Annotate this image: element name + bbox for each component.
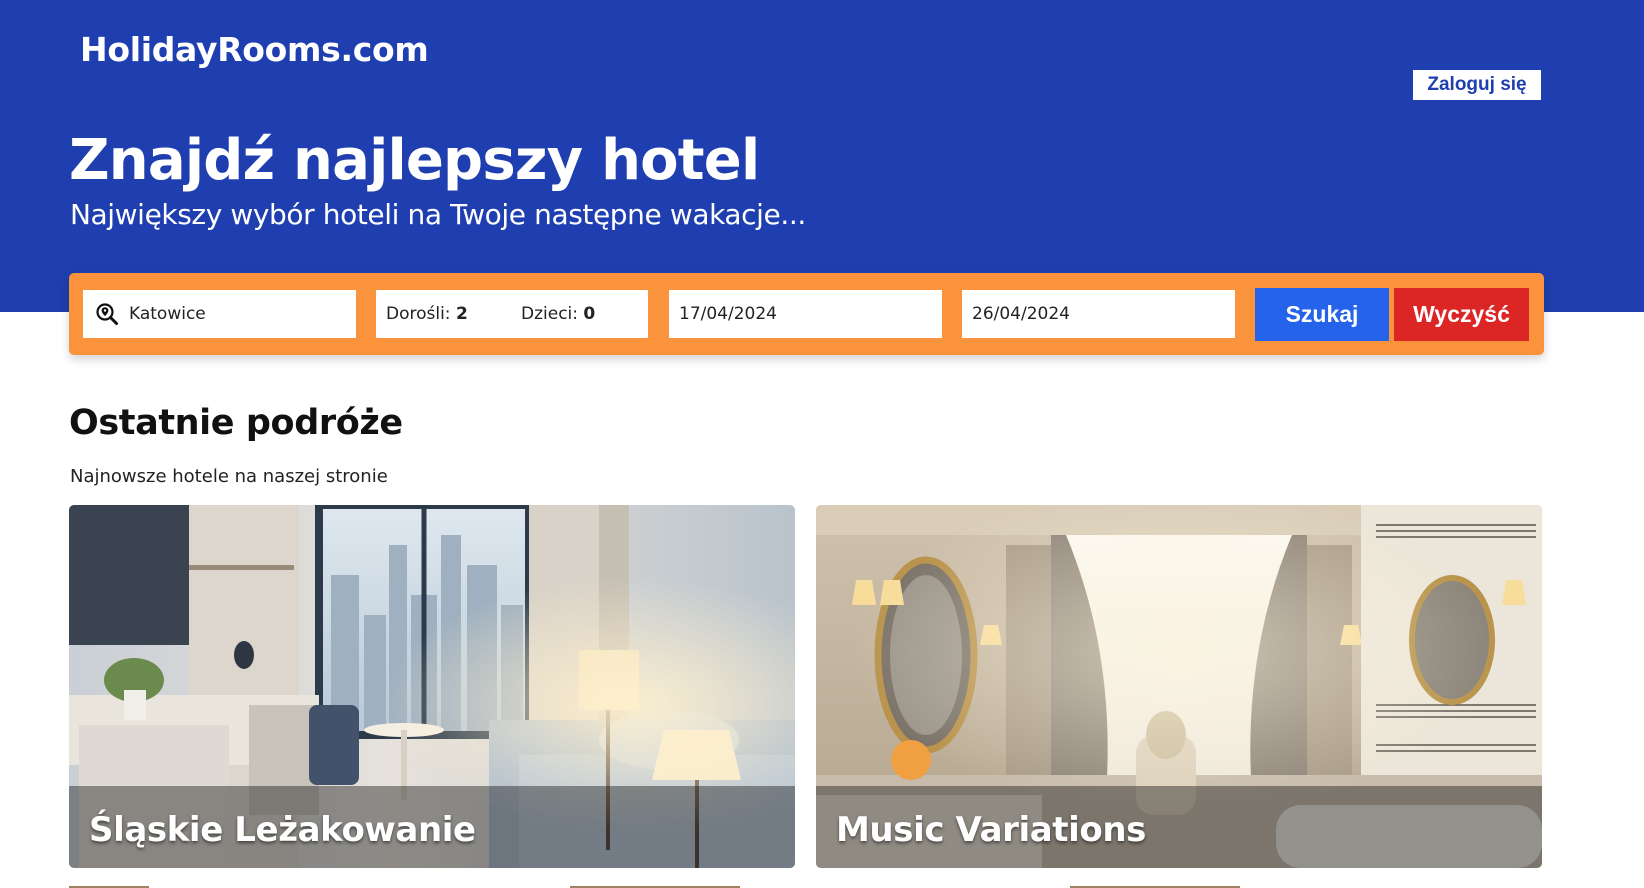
adults-count: Dorośli: 2	[386, 304, 468, 324]
checkout-date-input[interactable]: 26/04/2024	[962, 290, 1235, 338]
guests-selector[interactable]: Dorośli: 2 Dzieci: 0	[376, 290, 648, 338]
clear-button[interactable]: Wyczyść	[1394, 288, 1529, 341]
children-value: 0	[583, 304, 596, 324]
hero-title: Znajdź najlepszy hotel	[69, 128, 760, 193]
children-count: Dzieci: 0	[521, 290, 595, 338]
site-logo[interactable]: HolidayRooms.com	[80, 30, 429, 69]
hotel-name: Śląskie Leżakowanie	[89, 810, 476, 850]
search-button[interactable]: Szukaj	[1255, 288, 1389, 341]
checkin-date-input[interactable]: 17/04/2024	[669, 290, 942, 338]
destination-value: Katowice	[129, 304, 206, 324]
hero-subtitle: Największy wybór hoteli na Twoje następn…	[70, 198, 806, 231]
search-bar: Katowice Dorośli: 2 Dzieci: 0 17/04/2024…	[69, 273, 1544, 355]
section-title: Ostatnie podróże	[69, 403, 403, 443]
hotel-card[interactable]: Śląskie Leżakowanie	[69, 505, 795, 868]
hotel-card[interactable]: Music Variations	[816, 505, 1542, 868]
adults-label: Dorośli:	[386, 304, 451, 324]
login-button[interactable]: Zaloguj się	[1413, 70, 1541, 100]
section-subtitle: Najnowsze hotele na naszej stronie	[70, 466, 388, 487]
destination-input[interactable]: Katowice	[83, 290, 356, 338]
children-label: Dzieci:	[521, 304, 578, 324]
checkout-value: 26/04/2024	[972, 304, 1070, 324]
adults-value: 2	[455, 304, 468, 324]
hero-banner: HolidayRooms.com Zaloguj się Znajdź najl…	[0, 0, 1644, 312]
search-location-icon	[96, 303, 118, 325]
checkin-value: 17/04/2024	[679, 304, 777, 324]
hotel-name: Music Variations	[836, 810, 1146, 850]
